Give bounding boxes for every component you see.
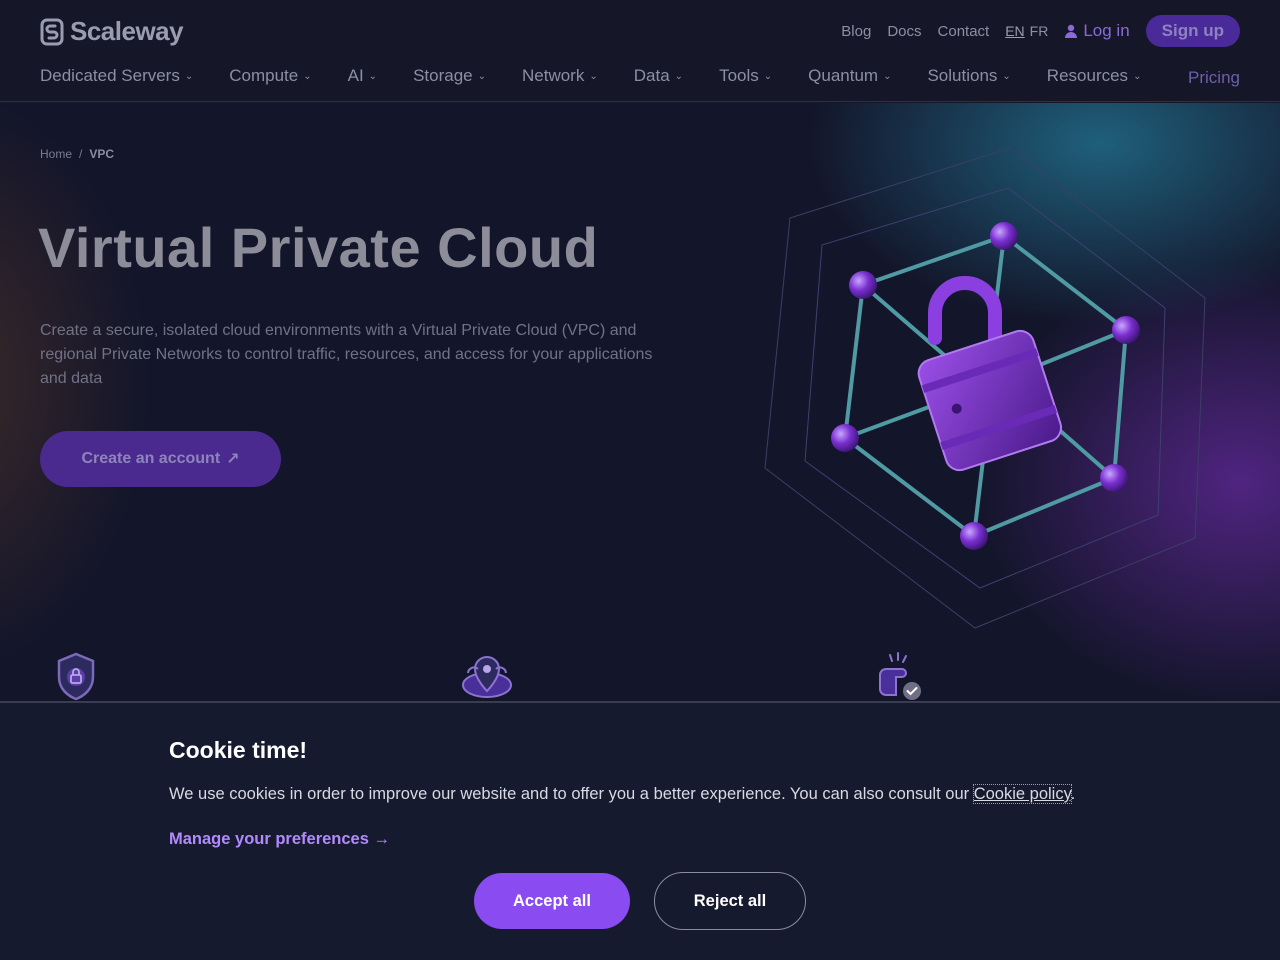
- nav-storage[interactable]: Storage ⌄: [413, 66, 486, 86]
- docs-link[interactable]: Docs: [887, 23, 921, 40]
- breadcrumb-current: VPC: [89, 147, 115, 161]
- nav-label: Storage: [413, 66, 473, 85]
- chevron-down-icon: ⌄: [589, 70, 598, 82]
- reject-all-button[interactable]: Reject all: [654, 872, 806, 930]
- shield-lock-icon: [57, 652, 95, 701]
- chevron-down-icon: ⌄: [1002, 70, 1011, 82]
- lang-fr-link[interactable]: FR: [1030, 23, 1049, 39]
- nav-resources[interactable]: Resources ⌄: [1047, 66, 1142, 86]
- hero-section: Home / VPC Virtual Private Cloud Create …: [0, 103, 1280, 701]
- nav-compute[interactable]: Compute ⌄: [229, 66, 311, 86]
- nav-quantum[interactable]: Quantum ⌄: [808, 66, 891, 86]
- nav-dedicated-servers[interactable]: Dedicated Servers ⌄: [40, 66, 193, 86]
- cookie-policy-link[interactable]: Cookie policy: [972, 784, 1072, 804]
- chevron-down-icon: ⌄: [303, 70, 312, 82]
- create-account-button[interactable]: Create an account ↗: [40, 431, 281, 487]
- nav-network[interactable]: Network ⌄: [522, 66, 598, 86]
- nav-label: Network: [522, 66, 585, 85]
- chevron-down-icon: ⌄: [368, 70, 378, 82]
- nav-label: Compute: [229, 66, 299, 85]
- breadcrumb-home[interactable]: Home: [40, 147, 72, 161]
- chevron-down-icon: ⌄: [674, 70, 684, 82]
- cookie-title: Cookie time!: [169, 737, 308, 763]
- cta-label: Create an account: [81, 450, 221, 467]
- hero-description: Create a secure, isolated cloud environm…: [40, 322, 653, 387]
- chevron-down-icon: ⌄: [883, 70, 892, 82]
- page-title: Virtual Private Cloud: [38, 216, 599, 279]
- nav-tools[interactable]: Tools ⌄: [719, 66, 772, 86]
- breadcrumb-separator: /: [79, 147, 83, 161]
- signup-button[interactable]: Sign up: [1145, 15, 1240, 47]
- login-link[interactable]: Log in: [1064, 21, 1130, 41]
- user-icon: [1065, 24, 1078, 38]
- nav-label: Data: [633, 66, 670, 85]
- chevron-down-icon: ⌄: [763, 70, 773, 82]
- chevron-down-icon: ⌄: [184, 70, 194, 82]
- lang-en-link[interactable]: EN: [1005, 23, 1024, 39]
- nav-ai[interactable]: AI ⌄: [348, 66, 377, 86]
- nav-label: Dedicated Servers: [40, 66, 180, 85]
- language-switch: EN FR: [1005, 23, 1048, 39]
- chevron-down-icon: ⌄: [477, 70, 486, 82]
- nav-label: AI: [347, 66, 364, 85]
- scaleway-logo-icon: [40, 18, 64, 45]
- cookie-message: We use cookies in order to improve our w…: [169, 785, 970, 803]
- login-label: Log in: [1083, 21, 1130, 40]
- lock-network-icon: [764, 147, 1206, 629]
- cookie-period: .: [1070, 785, 1076, 803]
- accept-all-button[interactable]: Accept all: [474, 873, 630, 929]
- breadcrumb: Home / VPC: [40, 147, 114, 161]
- top-links: Blog Docs Contact EN FR Log in Sign up: [841, 15, 1240, 47]
- arrow-up-right-icon: ↗: [226, 451, 240, 468]
- contact-link[interactable]: Contact: [938, 23, 990, 40]
- nav-solutions[interactable]: Solutions ⌄: [927, 66, 1010, 86]
- nav-label: Resources: [1046, 66, 1129, 85]
- map-pin-icon: [462, 655, 512, 698]
- blog-link[interactable]: Blog: [841, 23, 871, 40]
- cookie-text: We use cookies in order to improve our w…: [169, 784, 1076, 804]
- hand-check-icon: [879, 652, 921, 700]
- nav-label: Solutions: [927, 66, 998, 85]
- nav-label: Tools: [719, 66, 759, 85]
- site-header: Scaleway Blog Docs Contact EN FR Log in …: [0, 0, 1280, 102]
- manage-preferences-link[interactable]: Manage your preferences →: [169, 830, 390, 849]
- nav-label: Quantum: [808, 66, 879, 85]
- nav-data[interactable]: Data ⌄: [634, 66, 683, 86]
- chevron-down-icon: ⌄: [1133, 70, 1142, 82]
- main-nav: Dedicated Servers ⌄ Compute ⌄ AI ⌄ Storage ⌄…: [40, 66, 1177, 86]
- logo-text: Scaleway: [70, 16, 184, 46]
- cookie-banner: Cookie time! We use cookies in order to …: [0, 701, 1280, 960]
- scaleway-logo[interactable]: Scaleway: [40, 16, 184, 47]
- nav-pricing[interactable]: Pricing: [1188, 68, 1240, 88]
